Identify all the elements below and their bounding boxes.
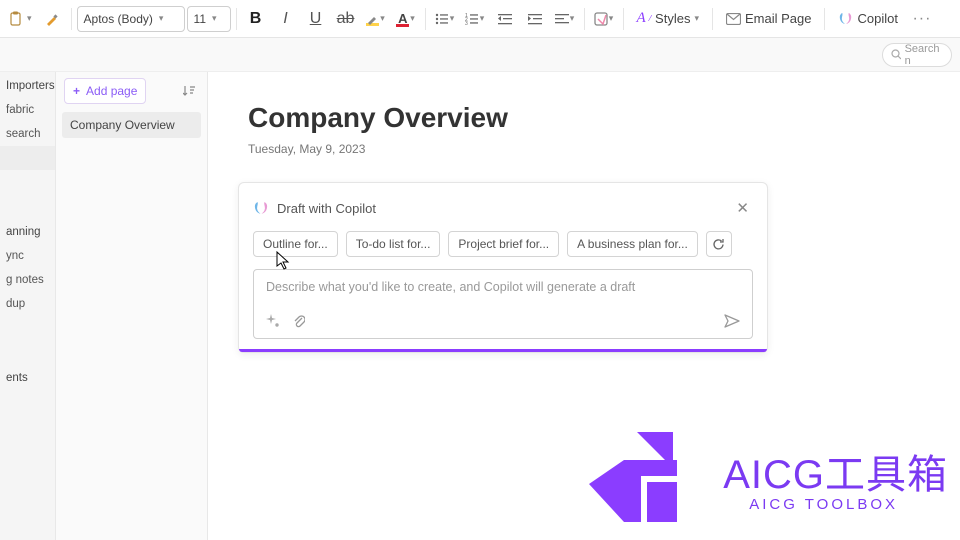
- chevron-down-icon: ▾: [212, 13, 217, 24]
- copilot-draft-card: Draft with Copilot ✕ Outline for... To-d…: [238, 182, 768, 353]
- close-icon[interactable]: ✕: [732, 195, 753, 221]
- section-header[interactable]: ents: [0, 364, 55, 390]
- divider: [236, 8, 237, 30]
- prompt-chip[interactable]: A business plan for...: [567, 231, 698, 257]
- send-icon[interactable]: [724, 314, 740, 328]
- divider: [824, 8, 825, 30]
- strikethrough-button[interactable]: ab: [332, 5, 360, 33]
- copilot-input[interactable]: Describe what you'd like to create, and …: [253, 269, 753, 339]
- copilot-icon: [253, 200, 269, 216]
- search-icon: [891, 49, 901, 60]
- ribbon-toolbar: ▾ Aptos (Body) ▾ 11 ▾ B I U ab ▾ A ▾ ▾ 1…: [0, 0, 960, 38]
- divider: [71, 8, 72, 30]
- divider: [425, 8, 426, 30]
- page-item-selected[interactable]: Company Overview: [62, 112, 201, 138]
- styles-button[interactable]: A⁄ Styles ▾: [629, 5, 707, 33]
- italic-button[interactable]: I: [272, 5, 300, 33]
- font-family-select[interactable]: Aptos (Body) ▾: [77, 6, 185, 32]
- plus-icon: +: [73, 84, 80, 98]
- number-list-button[interactable]: 123▾: [461, 5, 489, 33]
- search-input[interactable]: Search n: [882, 43, 952, 67]
- font-family-value: Aptos (Body): [84, 12, 153, 26]
- bold-button[interactable]: B: [242, 5, 270, 33]
- copilot-placeholder: Describe what you'd like to create, and …: [266, 280, 740, 310]
- sparkle-icon[interactable]: [266, 314, 280, 328]
- section-item[interactable]: dup: [0, 292, 55, 316]
- notebook-sections: Importers fabric search anning ync g not…: [0, 72, 56, 540]
- section-item[interactable]: search: [0, 122, 55, 146]
- paste-button[interactable]: ▾: [4, 5, 36, 33]
- watermark: AICG工具箱 AICG TOOLBOX: [589, 422, 948, 532]
- font-size-value: 11: [194, 12, 206, 26]
- add-page-label: Add page: [86, 84, 137, 98]
- bullet-list-button[interactable]: ▾: [431, 5, 459, 33]
- page-canvas: Company Overview Tuesday, May 9, 2023 Dr…: [208, 72, 960, 540]
- page-title[interactable]: Company Overview: [208, 72, 960, 134]
- indent-button[interactable]: [521, 5, 549, 33]
- highlight-button[interactable]: ▾: [362, 5, 390, 33]
- prompt-chip[interactable]: Project brief for...: [448, 231, 559, 257]
- section-item-selected[interactable]: [0, 146, 55, 170]
- card-accent: [239, 349, 767, 352]
- section-header[interactable]: Importers: [0, 72, 55, 98]
- prompt-chip[interactable]: To-do list for...: [346, 231, 441, 257]
- email-page-button[interactable]: Email Page: [718, 5, 819, 33]
- styles-label: Styles: [655, 11, 690, 26]
- chevron-down-icon: ▾: [159, 13, 164, 24]
- sort-icon[interactable]: [179, 81, 199, 101]
- copilot-label: Copilot: [857, 11, 897, 26]
- underline-button[interactable]: U: [302, 5, 330, 33]
- outdent-button[interactable]: [491, 5, 519, 33]
- copilot-card-title: Draft with Copilot: [277, 201, 376, 216]
- svg-text:3: 3: [465, 21, 468, 26]
- search-strip: Search n: [0, 38, 960, 72]
- divider: [623, 8, 624, 30]
- font-size-select[interactable]: 11 ▾: [187, 6, 231, 32]
- copilot-button[interactable]: Copilot: [830, 5, 905, 33]
- refresh-chips-button[interactable]: [706, 231, 732, 257]
- prompt-chip[interactable]: Outline for...: [253, 231, 338, 257]
- page-date: Tuesday, May 9, 2023: [208, 134, 960, 156]
- refresh-icon: [712, 238, 725, 251]
- more-button[interactable]: ···: [908, 5, 936, 33]
- watermark-title: AICG工具箱: [723, 442, 948, 500]
- format-painter-button[interactable]: [38, 5, 66, 33]
- font-color-button[interactable]: A ▾: [392, 5, 420, 33]
- search-placeholder: Search n: [905, 43, 943, 67]
- section-item[interactable]: g notes: [0, 268, 55, 292]
- section-header[interactable]: anning: [0, 218, 55, 244]
- section-item[interactable]: ync: [0, 244, 55, 268]
- divider: [712, 8, 713, 30]
- email-label: Email Page: [745, 11, 811, 26]
- divider: [584, 8, 585, 30]
- watermark-logo-icon: [589, 422, 709, 532]
- pages-panel: + Add page Company Overview: [56, 72, 208, 540]
- add-page-button[interactable]: + Add page: [64, 78, 146, 104]
- align-button[interactable]: ▾: [551, 5, 579, 33]
- section-item[interactable]: fabric: [0, 98, 55, 122]
- attach-icon[interactable]: [292, 314, 305, 328]
- tag-button[interactable]: ▾: [590, 5, 618, 33]
- mouse-cursor-icon: [276, 251, 292, 271]
